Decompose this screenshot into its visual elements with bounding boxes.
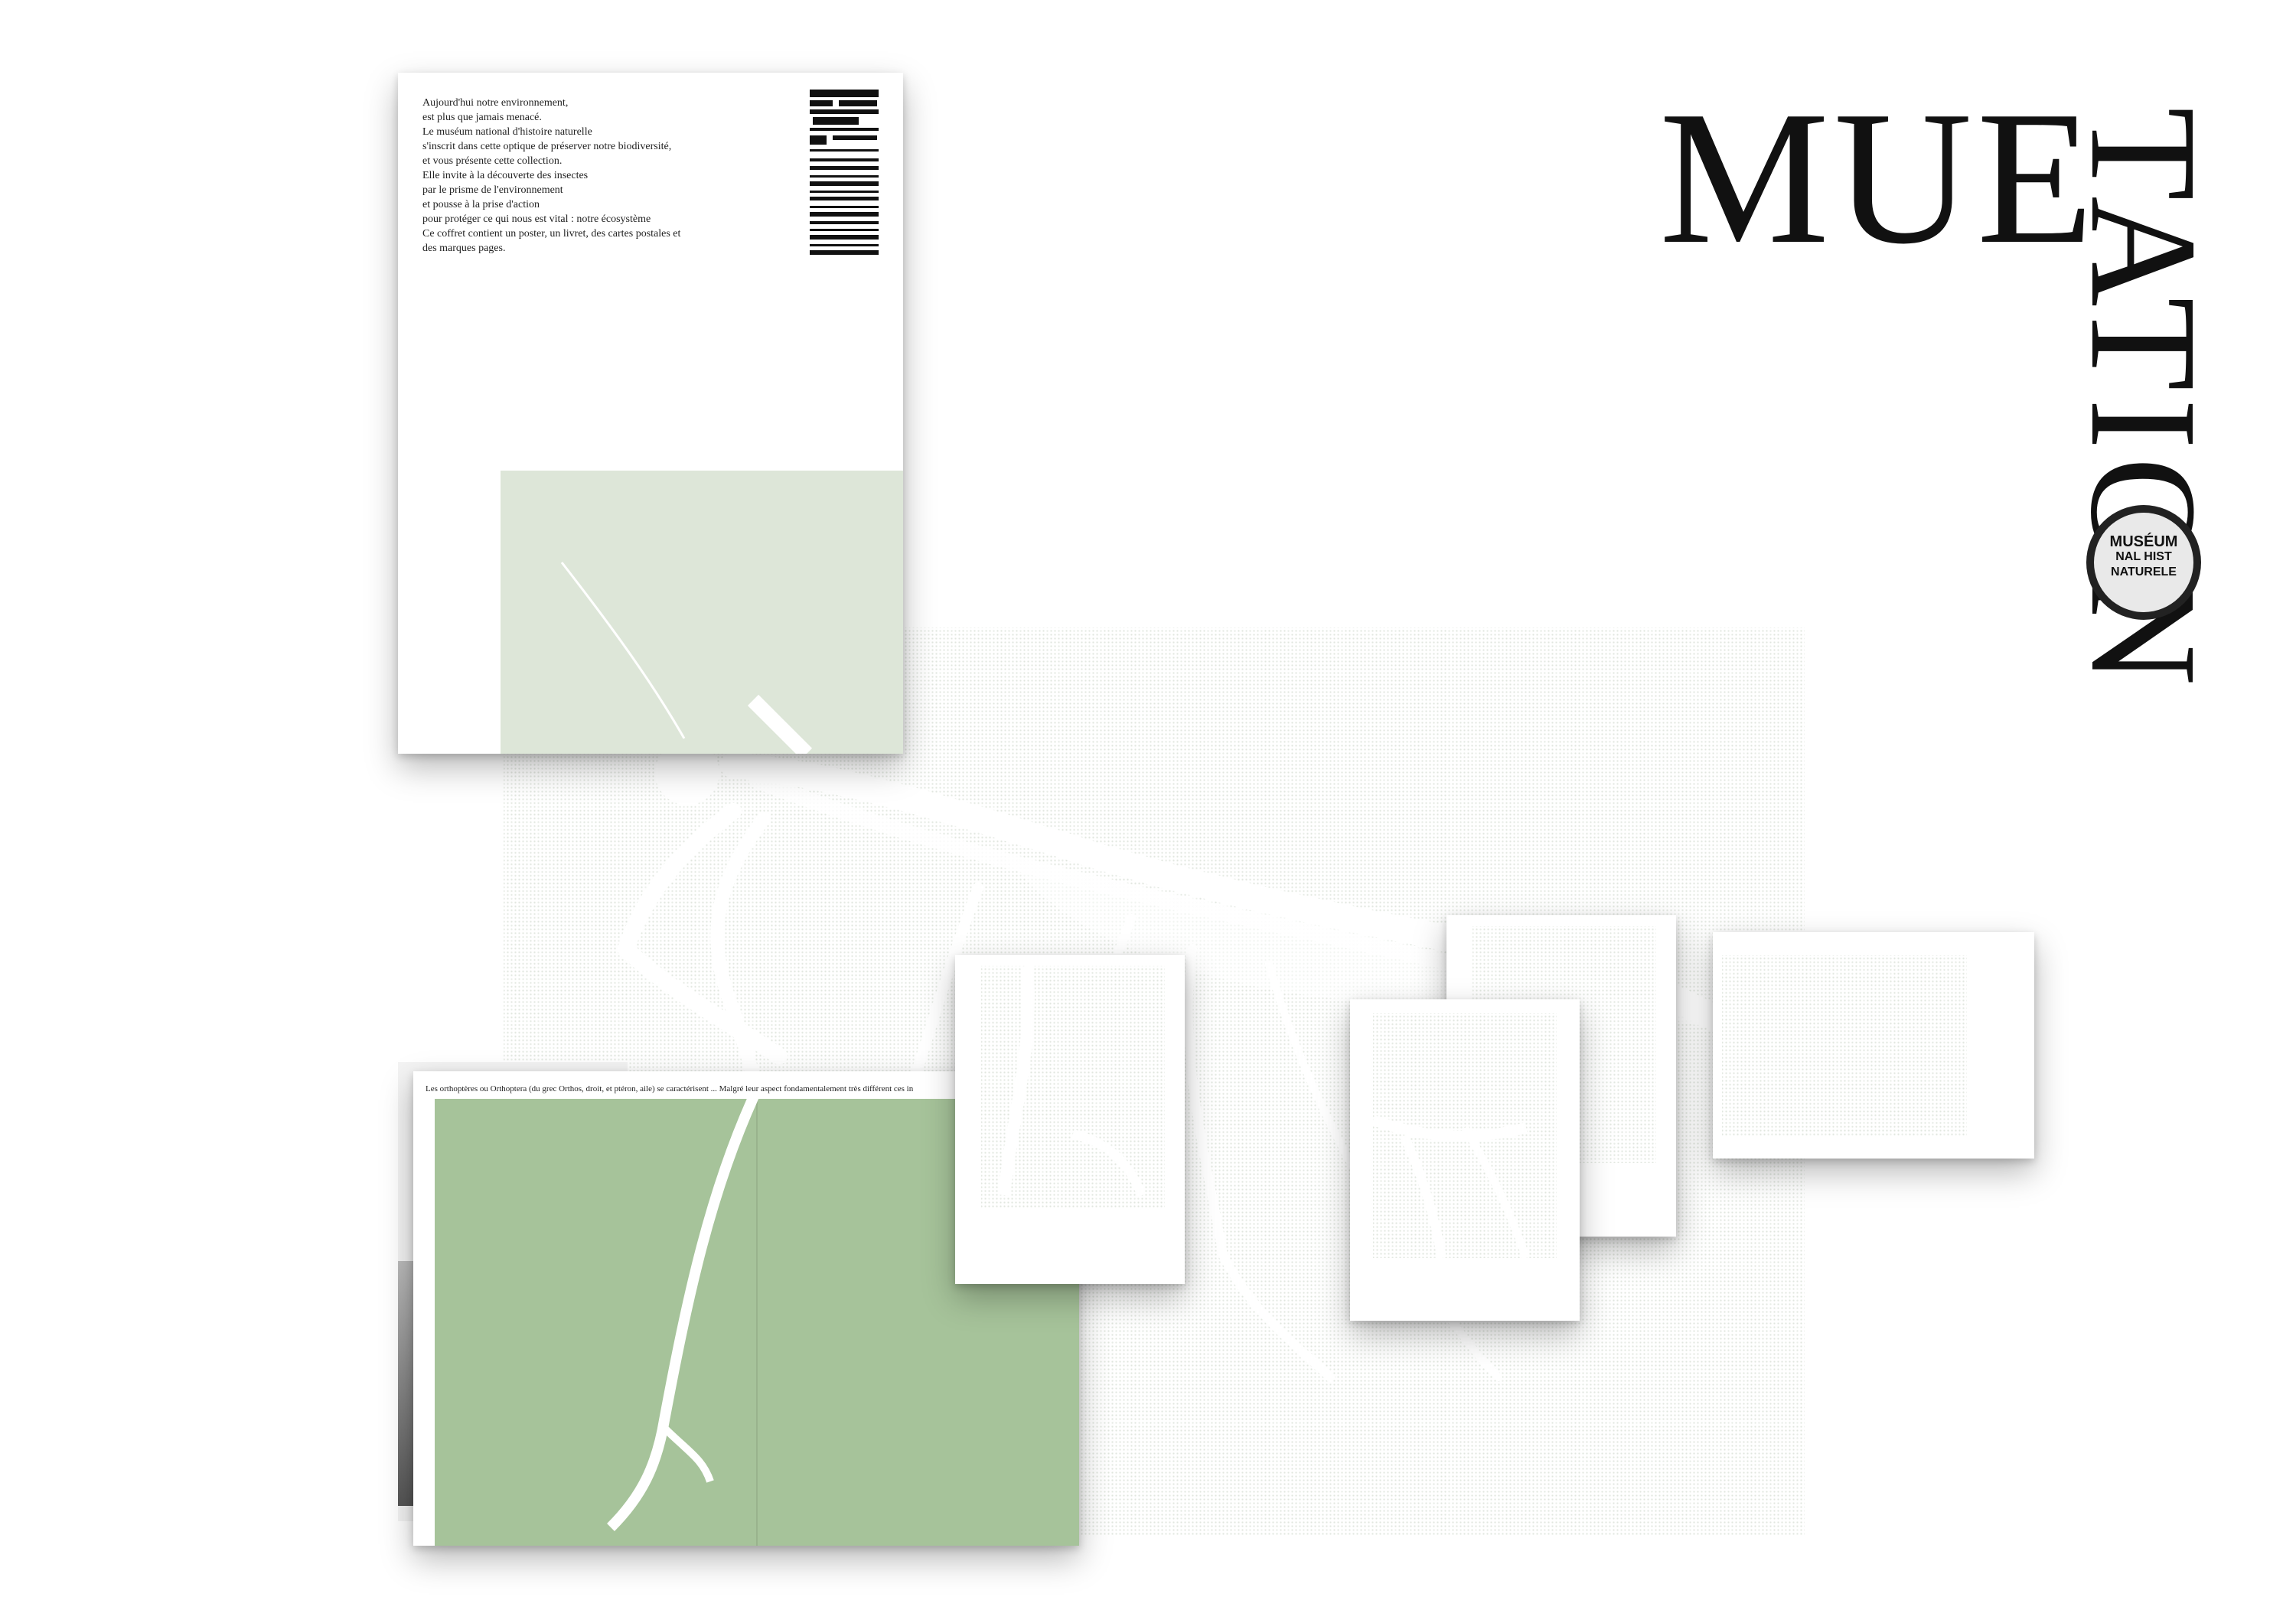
postcard — [955, 955, 1185, 1284]
text-line: et pousse à la prise d'action — [422, 199, 540, 210]
text-line: Aujourd'hui notre environnement, — [422, 97, 569, 109]
museum-seal-logo: MUSÉUM NAL HIST NATURELE — [2086, 505, 2201, 620]
title-mue: MUE — [1659, 72, 2099, 284]
postcard-landscape — [1713, 932, 2034, 1159]
back-cover-image — [501, 471, 903, 754]
back-cover-text: Aujourd'hui notre environnement, est plu… — [422, 96, 782, 256]
postcard-image — [1373, 1013, 1557, 1258]
text-line: des marques pages. — [422, 243, 506, 254]
text-line: s'inscrit dans cette optique de préserve… — [422, 141, 672, 152]
logo-line-3: NATURELE — [2111, 565, 2177, 578]
text-line: est plus que jamais menacé. — [422, 112, 542, 123]
text-line: par le prisme de l'environnement — [422, 184, 563, 196]
text-line: et vous présente cette collection. — [422, 155, 563, 167]
back-cover: Aujourd'hui notre environnement, est plu… — [398, 73, 903, 754]
logo-line-2: NAL HIST — [2115, 550, 2172, 563]
postcard-image — [981, 966, 1165, 1207]
logo-line-1: MUSÉUM — [2109, 533, 2178, 550]
text-line: pour protéger ce qui nous est vital : no… — [422, 213, 651, 225]
title-tation-vertical: TATION — [2059, 107, 2228, 796]
text-line: Ce coffret contient un poster, un livret… — [422, 228, 681, 240]
postcard-image — [1722, 955, 1967, 1136]
postcard — [1350, 999, 1580, 1321]
barcode-icon — [810, 90, 879, 255]
text-line: Le muséum national d'histoire naturelle — [422, 126, 592, 138]
text-line: Elle invite à la découverte des insectes — [422, 170, 589, 181]
